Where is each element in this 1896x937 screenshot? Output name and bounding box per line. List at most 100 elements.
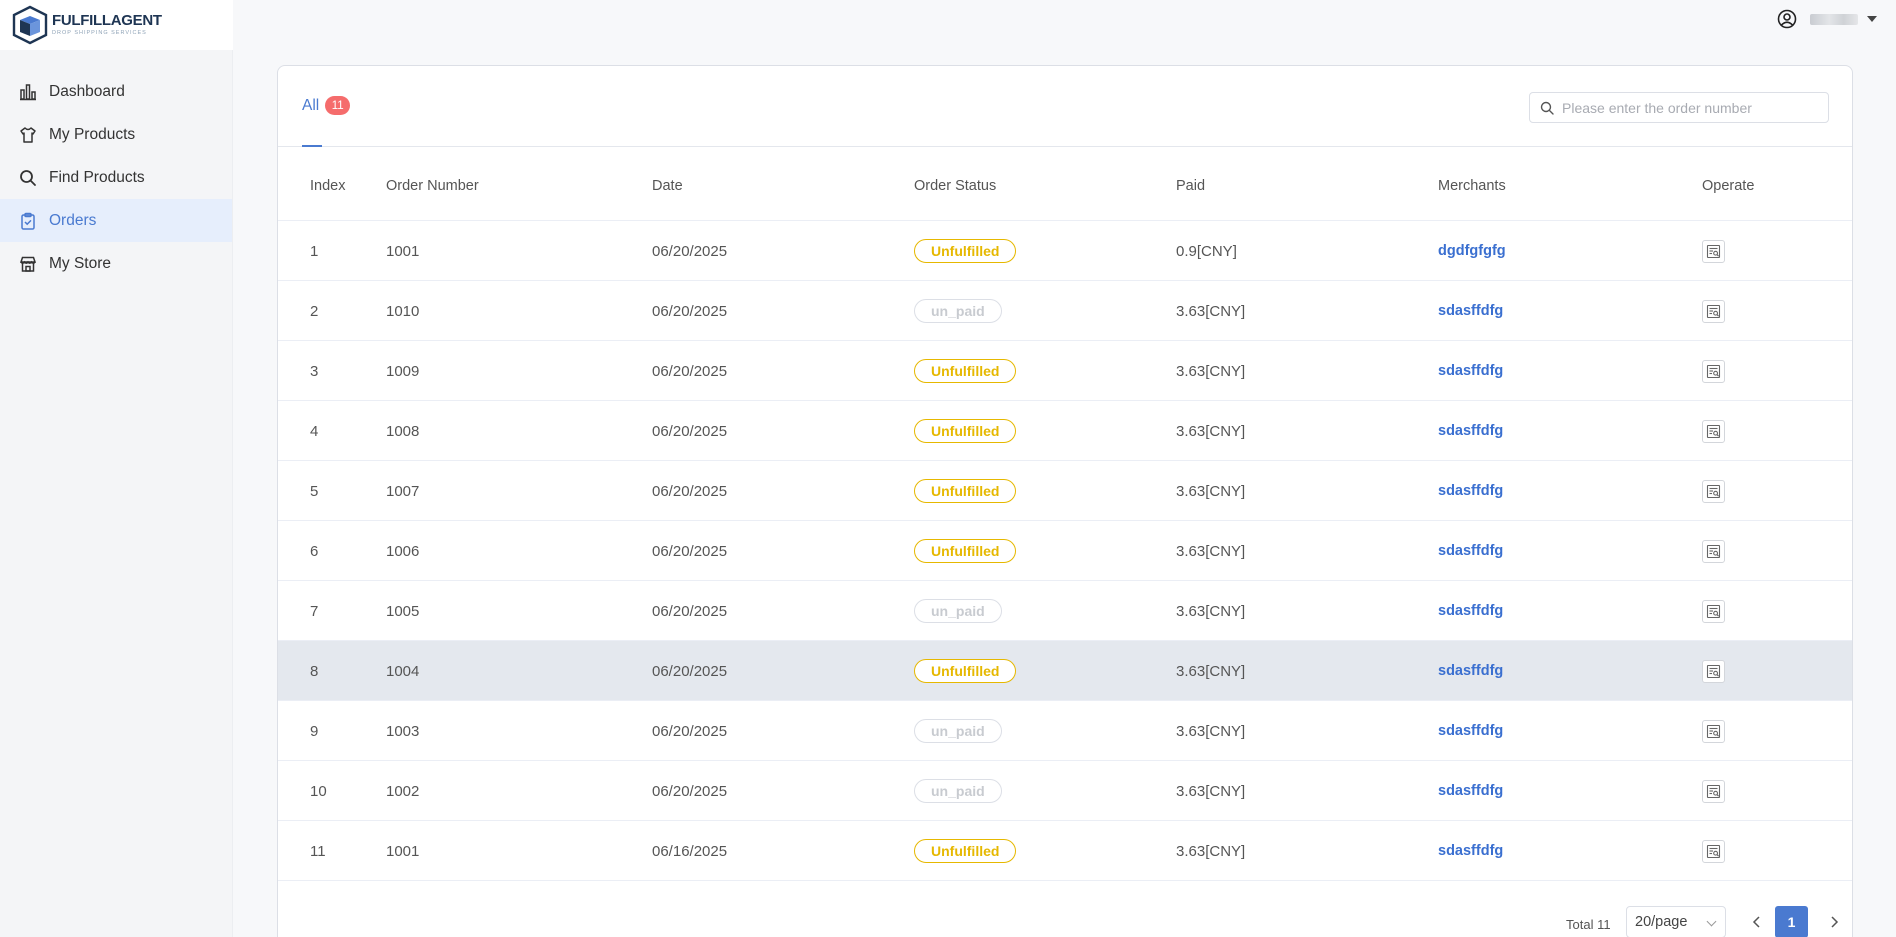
sidebar-item-dashboard[interactable]: Dashboard — [0, 70, 232, 113]
next-page-button[interactable] — [1824, 912, 1844, 932]
cell-index-text: 1 — [310, 242, 319, 260]
cell-index-text: 5 — [310, 482, 319, 500]
cell-date: 06/20/2025 — [652, 521, 727, 581]
cell-operate — [1702, 221, 1725, 281]
view-order-detail-button[interactable] — [1702, 839, 1725, 863]
cell-order-status: un_paid — [914, 581, 1002, 641]
merchant-link[interactable]: sdasffdfg — [1438, 363, 1503, 379]
cell-order-number-text: 1005 — [386, 602, 420, 620]
merchant-link[interactable]: sdasffdfg — [1438, 663, 1503, 679]
cell-operate — [1702, 581, 1725, 641]
order-detail-icon — [1706, 544, 1721, 558]
cell-index-text: 6 — [310, 542, 319, 560]
merchant-link[interactable]: sdasffdfg — [1438, 543, 1503, 559]
cell-operate — [1702, 461, 1725, 521]
cell-index: 3 — [310, 341, 318, 401]
orders-card: All 11 Index Order Number Date Order Sta… — [277, 65, 1853, 937]
column-header-paid: Paid — [1176, 178, 1206, 194]
cell-paid-text: 3.63[CNY] — [1176, 602, 1246, 620]
order-search-input[interactable] — [1562, 99, 1812, 116]
view-order-detail-button[interactable] — [1702, 359, 1725, 383]
cell-date: 06/20/2025 — [652, 761, 727, 821]
table-row[interactable]: 5 1007 06/20/2025 Unfulfilled 3.63[CNY] sdasf… — [278, 461, 1852, 521]
page-size-select[interactable]: 20/page — [1626, 906, 1726, 937]
cell-operate — [1702, 281, 1725, 341]
merchant-link[interactable]: sdasffdfg — [1438, 723, 1503, 739]
merchant-link[interactable]: sdasffdfg — [1438, 303, 1503, 319]
cell-date-text: 06/20/2025 — [652, 422, 728, 440]
cell-order-number-text: 1001 — [386, 842, 420, 860]
sidebar-item-label: My Products — [49, 125, 136, 143]
cell-paid-text: 0.9[CNY] — [1176, 242, 1237, 260]
chevron-right-icon — [1831, 916, 1839, 928]
cell-date: 06/20/2025 — [652, 341, 727, 401]
cell-order-number-text: 1004 — [386, 662, 420, 680]
cell-paid: 3.63[CNY] — [1176, 521, 1245, 581]
table-row[interactable]: 2 1010 06/20/2025 un_paid 3.63[CNY] sdasffdfg — [278, 281, 1852, 341]
table-row[interactable]: 11 1001 06/16/2025 Unfulfilled 3.63[CNY] sdas… — [278, 821, 1852, 881]
view-order-detail-button[interactable] — [1702, 479, 1725, 503]
table-header: Index Order Number Date Order Status Pai… — [278, 147, 1852, 221]
table-row[interactable]: 4 1008 06/20/2025 Unfulfilled 3.63[CNY] sdasf… — [278, 401, 1852, 461]
table-row[interactable]: 1 1001 06/20/2025 Unfulfilled 0.9[CNY] dgdfgf… — [278, 221, 1852, 281]
shirt-icon — [19, 126, 37, 144]
merchant-link[interactable]: sdasffdfg — [1438, 423, 1503, 439]
page-number-button[interactable]: 1 — [1775, 906, 1808, 937]
cell-order-number: 1006 — [386, 521, 419, 581]
view-order-detail-button[interactable] — [1702, 599, 1725, 623]
cell-index: 6 — [310, 521, 318, 581]
table-row[interactable]: 3 1009 06/20/2025 Unfulfilled 3.63[CNY] sdasf… — [278, 341, 1852, 401]
cell-order-number: 1009 — [386, 341, 419, 401]
merchant-link[interactable]: sdasffdfg — [1438, 483, 1503, 499]
cell-paid-text: 3.63[CNY] — [1176, 422, 1246, 440]
merchant-link[interactable]: sdasffdfg — [1438, 603, 1503, 619]
brand-logo[interactable]: FULFILLAGENT DROP SHIPPING SERVICES — [0, 0, 233, 50]
user-menu[interactable] — [1777, 9, 1877, 29]
table-row[interactable]: 6 1006 06/20/2025 Unfulfilled 3.63[CNY] sdasf… — [278, 521, 1852, 581]
table-row[interactable]: 9 1003 06/20/2025 un_paid 3.63[CNY] sdasffdfg — [278, 701, 1852, 761]
sidebar-item-my-store[interactable]: My Store — [0, 242, 232, 285]
cell-date-text: 06/20/2025 — [652, 362, 728, 380]
merchant-link[interactable]: sdasffdfg — [1438, 783, 1503, 799]
cell-index: 4 — [310, 401, 318, 461]
order-search-box[interactable] — [1529, 92, 1829, 123]
cell-index: 10 — [310, 761, 327, 821]
cell-date-text: 06/20/2025 — [652, 242, 728, 260]
table-row[interactable]: 10 1002 06/20/2025 un_paid 3.63[CNY] sdasffdf… — [278, 761, 1852, 821]
view-order-detail-button[interactable] — [1702, 419, 1725, 443]
view-order-detail-button[interactable] — [1702, 239, 1725, 263]
merchant-link[interactable]: dgdfgfgfg — [1438, 243, 1506, 259]
cell-merchant: sdasffdfg — [1438, 341, 1503, 401]
cell-order-number: 1005 — [386, 581, 419, 641]
tab-all[interactable]: All 11 — [302, 96, 351, 115]
column-header-order-number: Order Number — [386, 178, 479, 194]
view-order-detail-button[interactable] — [1702, 779, 1725, 803]
prev-page-button[interactable] — [1747, 912, 1767, 932]
sidebar-item-my-products[interactable]: My Products — [0, 113, 232, 156]
order-detail-icon — [1706, 244, 1721, 258]
cell-merchant: sdasffdfg — [1438, 761, 1503, 821]
cell-paid: 3.63[CNY] — [1176, 461, 1245, 521]
brand-name-part1: FULFILL — [52, 12, 111, 29]
view-order-detail-button[interactable] — [1702, 299, 1725, 323]
table-row[interactable]: 7 1005 06/20/2025 un_paid 3.63[CNY] sdasffdfg — [278, 581, 1852, 641]
view-order-detail-button[interactable] — [1702, 539, 1725, 563]
status-badge: Unfulfilled — [914, 539, 1017, 563]
cell-index-text: 11 — [310, 842, 326, 860]
order-detail-icon — [1706, 844, 1721, 858]
cell-order-number: 1010 — [386, 281, 419, 341]
table-row[interactable]: 8 1004 06/20/2025 Unfulfilled 3.63[CNY] sdasf… — [278, 641, 1852, 701]
cell-order-number-text: 1006 — [386, 542, 420, 560]
cell-paid: 3.63[CNY] — [1176, 401, 1245, 461]
merchant-link[interactable]: sdasffdfg — [1438, 843, 1503, 859]
cell-merchant: sdasffdfg — [1438, 461, 1503, 521]
cell-index-text: 8 — [310, 662, 319, 680]
view-order-detail-button[interactable] — [1702, 719, 1725, 743]
cell-order-number: 1007 — [386, 461, 419, 521]
cell-order-status: Unfulfilled — [914, 461, 1017, 521]
sidebar-item-find-products[interactable]: Find Products — [0, 156, 232, 199]
sidebar-item-orders[interactable]: Orders — [0, 199, 232, 242]
cell-date: 06/16/2025 — [652, 821, 727, 881]
cell-order-number: 1002 — [386, 761, 419, 821]
view-order-detail-button[interactable] — [1702, 659, 1725, 683]
